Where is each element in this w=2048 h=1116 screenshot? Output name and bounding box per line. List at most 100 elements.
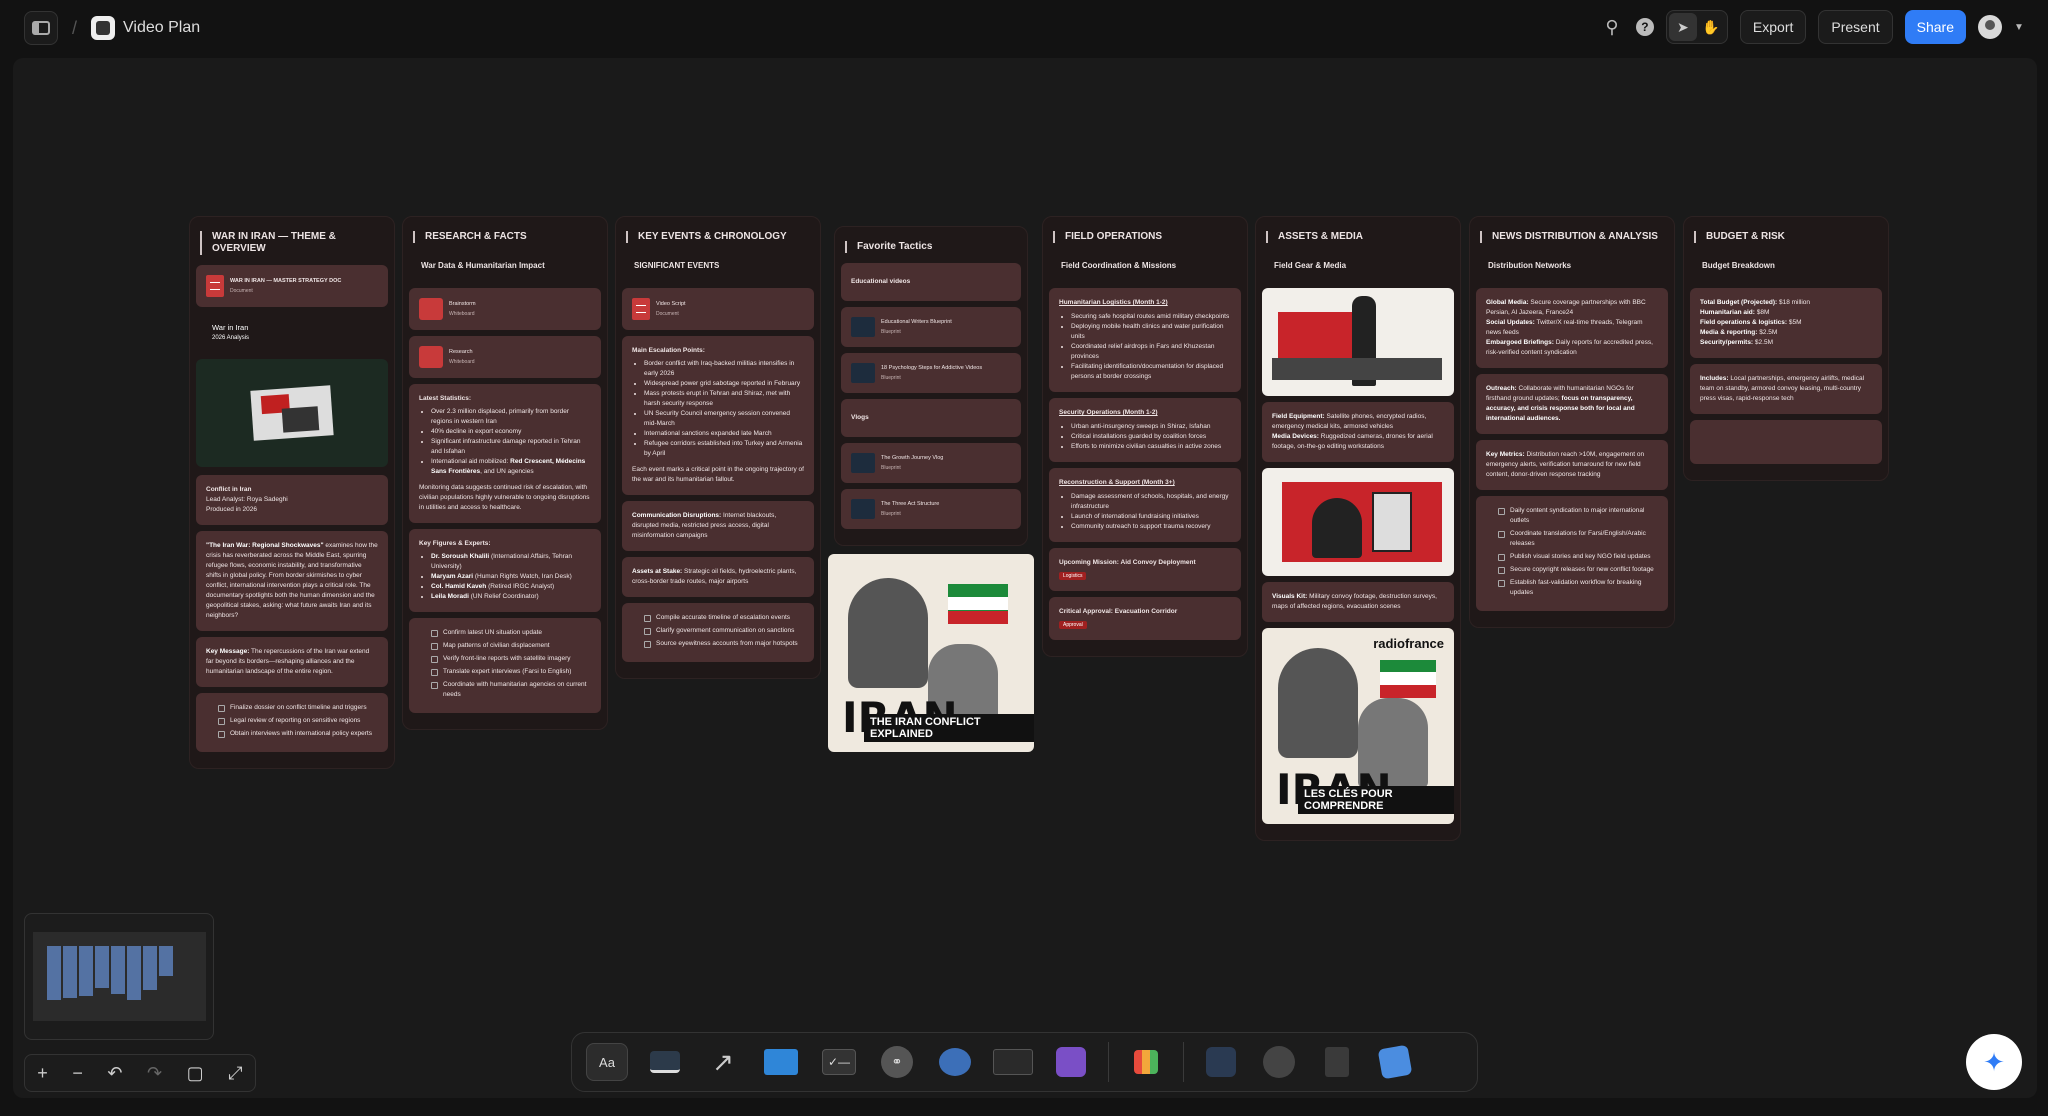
summary-card[interactable]: "The Iran War: Regional Shockwaves" exam…	[196, 531, 388, 631]
outreach-card[interactable]: Outreach: Collaborate with humanitarian …	[1476, 374, 1668, 434]
task-list[interactable]: Finalize dossier on conflict timeline an…	[196, 693, 388, 752]
mission-card[interactable]: Upcoming Mission: Aid Convoy Deployment …	[1049, 548, 1241, 591]
chevron-down-icon[interactable]: ▼	[2014, 15, 2024, 39]
pointer-icon[interactable]: ➤	[1668, 13, 1697, 41]
column-field-operations[interactable]: FIELD OPERATIONS Field Coordination & Mi…	[1042, 216, 1248, 657]
includes-card[interactable]: Includes: Local partnerships, emergency …	[1690, 364, 1882, 414]
visuals-card[interactable]: Visuals Kit: Military convoy footage, de…	[1262, 582, 1454, 622]
frame-icon[interactable]: ▢	[187, 1063, 204, 1084]
share-button[interactable]: Share	[1904, 10, 1966, 44]
fullscreen-icon[interactable]: ⤢	[228, 1063, 242, 1084]
redo-icon[interactable]: ↷	[147, 1063, 162, 1084]
apps-icon[interactable]	[1125, 1043, 1167, 1081]
networks-card[interactable]: Global Media: Secure coverage partnershi…	[1476, 288, 1668, 368]
task-item[interactable]: Source eyewitness accounts from major ho…	[644, 639, 804, 649]
comment-icon[interactable]	[934, 1043, 976, 1081]
task-item[interactable]: Secure copyright releases for new confli…	[1498, 565, 1658, 575]
table-icon[interactable]	[992, 1043, 1034, 1081]
task-item[interactable]: Compile accurate timeline of escalation …	[644, 613, 804, 623]
folder-icon[interactable]	[760, 1043, 802, 1081]
link-icon[interactable]: ⚭	[876, 1043, 918, 1081]
reconstruction-card[interactable]: Reconstruction & Support (Month 3+) Dama…	[1049, 468, 1241, 542]
blueprint-card[interactable]: The Three Act Structure Blueprint	[841, 489, 1021, 529]
image-icon[interactable]	[1050, 1043, 1092, 1081]
task-item[interactable]: Establish fast-validation workflow for b…	[1498, 578, 1658, 598]
communication-card[interactable]: Communication Disruptions: Internet blac…	[622, 501, 814, 551]
export-button[interactable]: Export	[1739, 10, 1807, 44]
column-subtitle: Distribution Networks	[1488, 261, 1572, 270]
poster-image-conflict-explained[interactable]: IRAN THE IRAN CONFLICT EXPLAINED	[828, 554, 1034, 752]
task-item[interactable]: Publish visual stories and key NGO field…	[1498, 552, 1658, 562]
document-card[interactable]: Video Script Document	[622, 288, 814, 330]
widgets-icon[interactable]	[1200, 1043, 1242, 1081]
media-image-convoy[interactable]	[1262, 288, 1454, 396]
escalation-card[interactable]: Main Escalation Points: Border conflict …	[622, 336, 814, 495]
task-item[interactable]: Map patterns of civilian displacement	[431, 641, 591, 651]
checklist-icon[interactable]: ✓—	[818, 1043, 860, 1081]
zoom-out-icon[interactable]: −	[72, 1063, 83, 1084]
page-title[interactable]: Video Plan	[123, 19, 200, 37]
metrics-card[interactable]: Key Metrics: Distribution reach >10M, en…	[1476, 440, 1668, 490]
column-title: FIELD OPERATIONS	[1053, 231, 1237, 243]
task-item[interactable]: Finalize dossier on conflict timeline an…	[218, 703, 378, 713]
task-item[interactable]: Clarify government communication on sanc…	[644, 626, 804, 636]
minimap[interactable]	[24, 913, 214, 1040]
column-news-distribution[interactable]: NEWS DISTRIBUTION & ANALYSIS Distributio…	[1469, 216, 1675, 628]
shape-icon[interactable]	[1374, 1043, 1416, 1081]
poster-image-radiofrance[interactable]: radiofrance IRAN LES CLÉS POUR COMPRENDR…	[1262, 628, 1454, 824]
task-item[interactable]: Obtain interviews with international pol…	[218, 729, 378, 739]
column-research-facts[interactable]: RESEARCH & FACTS War Data & Humanitarian…	[402, 216, 608, 730]
text-tool-button[interactable]: Aa	[586, 1043, 628, 1081]
column-favorite-tactics[interactable]: Favorite Tactics Educational videos Educ…	[828, 216, 1034, 762]
avatar[interactable]	[1978, 15, 2002, 39]
overview-image[interactable]	[196, 359, 388, 467]
task-item[interactable]: Coordinate with humanitarian agencies on…	[431, 680, 591, 700]
logistics-card[interactable]: Humanitarian Logistics (Month 1-2) Secur…	[1049, 288, 1241, 392]
task-item[interactable]: Legal review of reporting on sensitive r…	[218, 716, 378, 726]
approval-card[interactable]: Critical Approval: Evacuation Corridor A…	[1049, 597, 1241, 640]
column-theme-overview[interactable]: WAR IN IRAN — THEME & OVERVIEW WAR IN IR…	[189, 216, 395, 769]
blueprint-card[interactable]: Educational Writers Blueprint Blueprint	[841, 307, 1021, 347]
media-image-protest[interactable]	[1262, 468, 1454, 576]
group-vlogs[interactable]: Vlogs	[841, 399, 1021, 437]
blueprint-card[interactable]: 18 Psychology Steps for Addictive Videos…	[841, 353, 1021, 393]
hand-icon[interactable]: ✋	[1697, 13, 1725, 41]
whiteboard-card[interactable]: Brainstorm Whiteboard	[409, 288, 601, 330]
task-list[interactable]: Daily content syndication to major inter…	[1476, 496, 1668, 611]
zoom-in-icon[interactable]: +	[37, 1063, 48, 1084]
task-list[interactable]: Compile accurate timeline of escalation …	[622, 603, 814, 662]
help-icon[interactable]: ?	[1635, 18, 1654, 36]
column-key-events[interactable]: KEY EVENTS & CHRONOLOGY SIGNIFICANT EVEN…	[615, 216, 821, 679]
present-button[interactable]: Present	[1818, 10, 1893, 44]
undo-icon[interactable]: ↶	[107, 1063, 122, 1084]
arrow-icon[interactable]: ↗	[702, 1043, 744, 1081]
task-item[interactable]: Coordinate translations for Farsi/Englis…	[1498, 529, 1658, 549]
task-item[interactable]: Verify front-line reports with satellite…	[431, 654, 591, 664]
whiteboard-card[interactable]: Research Whiteboard	[409, 336, 601, 378]
budget-card[interactable]: Total Budget (Projected): $18 million Hu…	[1690, 288, 1882, 358]
file-icon[interactable]	[1316, 1043, 1358, 1081]
column-assets-media[interactable]: ASSETS & MEDIA Field Gear & Media Field …	[1255, 216, 1461, 841]
empty-card[interactable]	[1690, 420, 1882, 464]
key-message-card[interactable]: Key Message: The repercussions of the Ir…	[196, 637, 388, 687]
group-educational[interactable]: Educational videos	[841, 263, 1021, 301]
sidebar-toggle-icon[interactable]	[24, 11, 58, 45]
task-item[interactable]: Confirm latest UN situation update	[431, 628, 591, 638]
summary-title: "The Iran War: Regional Shockwaves"	[206, 542, 324, 549]
equipment-card[interactable]: Field Equipment: Satellite phones, encry…	[1262, 402, 1454, 462]
conflict-card[interactable]: Conflict in Iran Lead Analyst: Roya Sade…	[196, 475, 388, 525]
note-icon[interactable]	[644, 1043, 686, 1081]
draw-icon[interactable]	[1258, 1043, 1300, 1081]
statistics-card[interactable]: Latest Statistics: Over 2.3 million disp…	[409, 384, 601, 523]
sparkle-icon[interactable]: ✦	[1966, 1034, 2022, 1090]
experts-card[interactable]: Key Figures & Experts: Dr. Soroush Khali…	[409, 529, 601, 612]
security-card[interactable]: Security Operations (Month 1-2) Urban an…	[1049, 398, 1241, 462]
task-list[interactable]: Confirm latest UN situation update Map p…	[409, 618, 601, 713]
document-card[interactable]: WAR IN IRAN — MASTER STRATEGY DOC Documen…	[196, 265, 388, 307]
blueprint-card[interactable]: The Growth Journey Vlog Blueprint	[841, 443, 1021, 483]
assets-card[interactable]: Assets at Stake: Strategic oil fields, h…	[622, 557, 814, 597]
column-budget-risk[interactable]: BUDGET & RISK Budget Breakdown Total Bud…	[1683, 216, 1889, 481]
task-item[interactable]: Daily content syndication to major inter…	[1498, 506, 1658, 526]
task-item[interactable]: Translate expert interviews (Farsi to En…	[431, 667, 591, 677]
search-icon[interactable]: ⚲	[1600, 15, 1624, 39]
